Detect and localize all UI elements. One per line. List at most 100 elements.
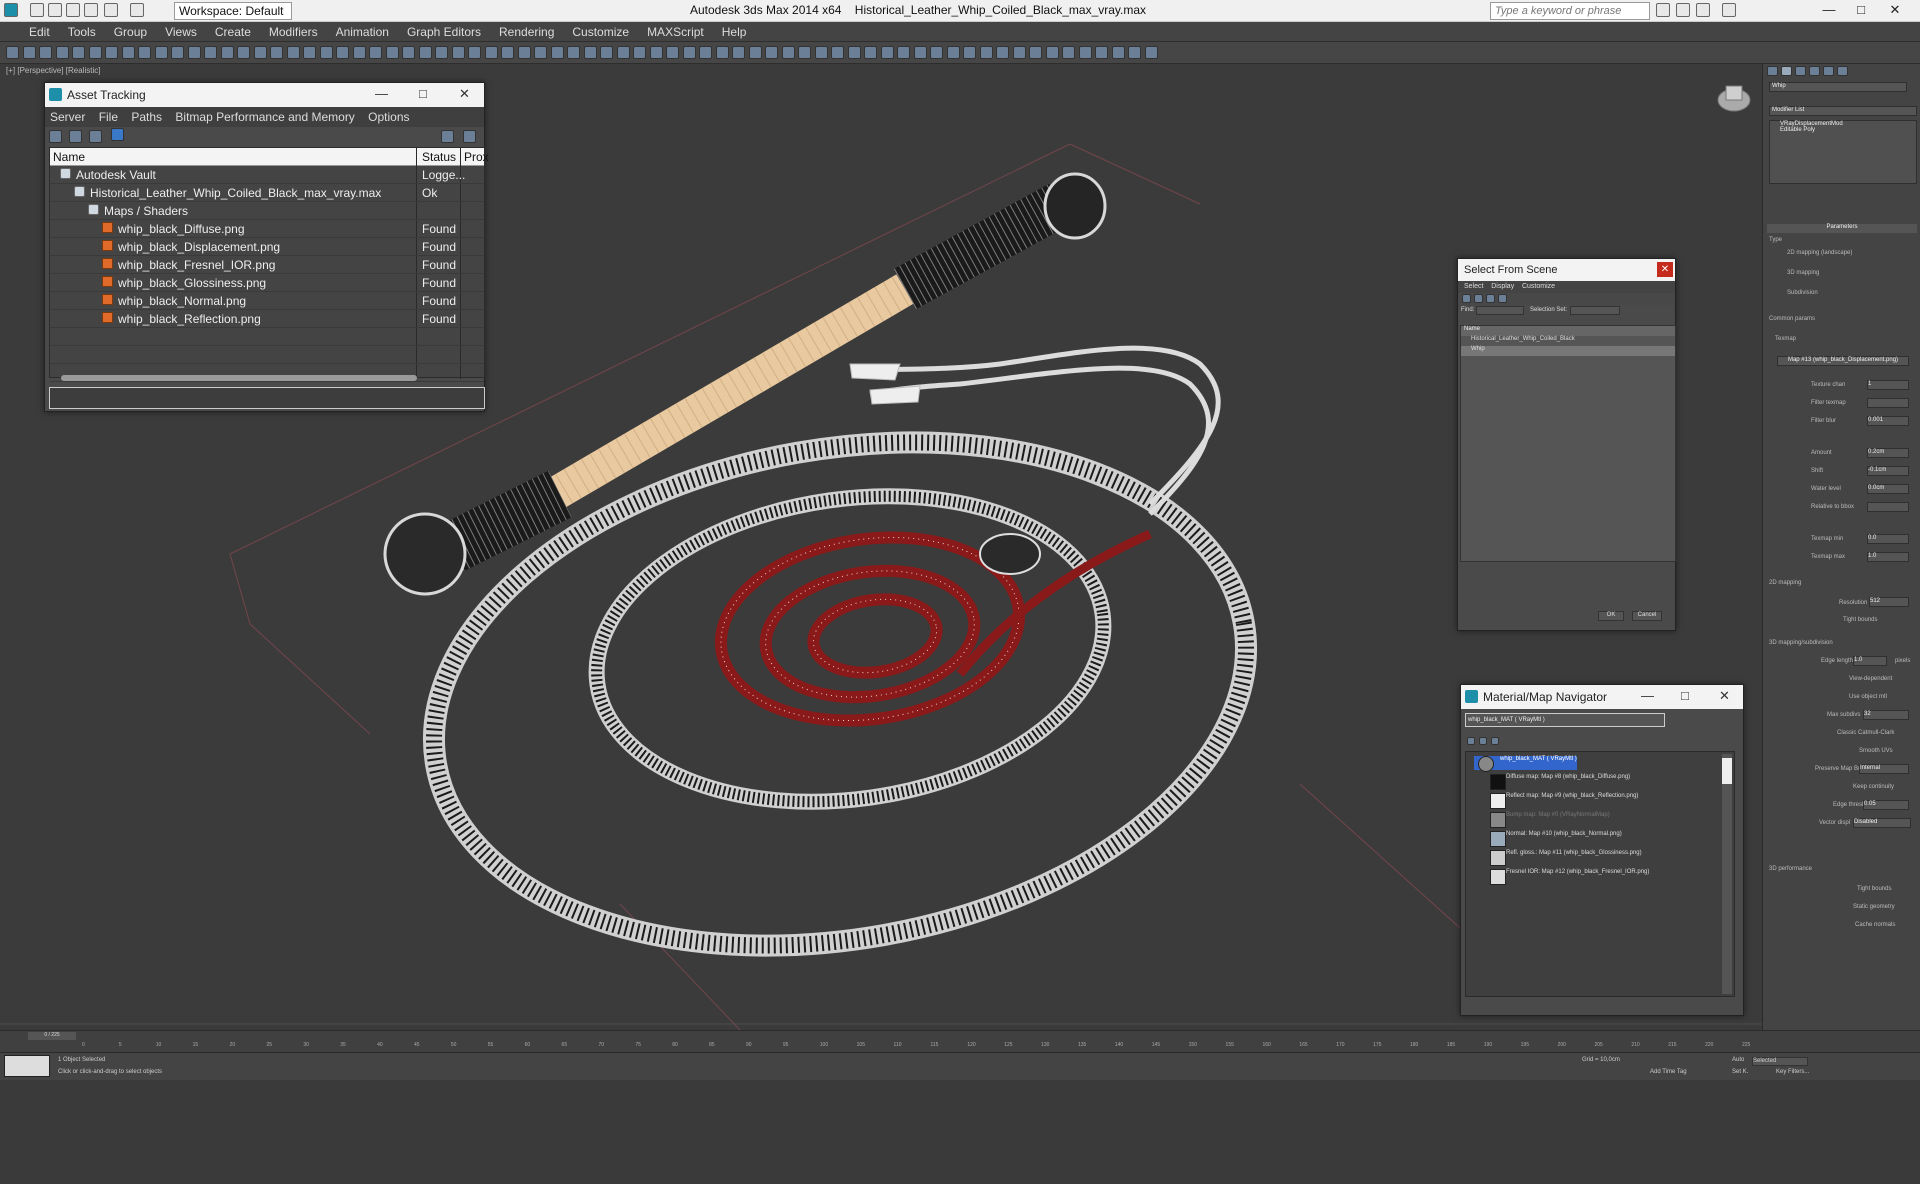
view-list-icon[interactable] (1467, 737, 1475, 745)
edge-thresh-input[interactable]: 0.05 (1863, 800, 1909, 810)
minimize-button[interactable]: — (375, 86, 388, 101)
table-row[interactable]: Historical_Leather_Whip_Coiled_Black_max… (50, 184, 484, 202)
frame-indicator[interactable]: 0 / 225 (28, 1032, 76, 1040)
keep-continuity-checkbox[interactable]: Keep continuity (1853, 784, 1894, 790)
hierarchy-tab-icon[interactable] (1795, 66, 1806, 76)
toolbar-tool-icon[interactable] (567, 46, 580, 59)
save-icon[interactable] (66, 3, 80, 17)
filter-icon[interactable] (1474, 294, 1483, 303)
menu-customize[interactable]: Customize (563, 22, 638, 42)
type-option-3d[interactable]: 3D mapping (1787, 270, 1819, 276)
toolbar-tool-icon[interactable] (550, 46, 564, 59)
table-row[interactable]: whip_black_Glossiness.png Found (50, 274, 484, 292)
toolbar-tool-icon[interactable] (1111, 46, 1125, 59)
help-icon[interactable] (441, 130, 454, 143)
toolbar-tool-icon[interactable] (1144, 46, 1158, 59)
toolbar-tool-icon[interactable] (154, 46, 168, 59)
toolbar-tool-icon[interactable] (6, 46, 19, 59)
toolbar-tool-icon[interactable] (204, 46, 217, 59)
toolbar-tool-icon[interactable] (1012, 46, 1026, 59)
toolbar-tool-icon[interactable] (748, 46, 762, 59)
texmap-button[interactable]: Map #13 (whip_black_Displacement.png) (1777, 356, 1909, 366)
display-tab-icon[interactable] (1823, 66, 1834, 76)
param-input[interactable]: 0.001 (1867, 416, 1909, 426)
set-key-button[interactable]: Set K. (1732, 1069, 1748, 1075)
use-object-mtl-checkbox[interactable]: Use object mtl (1849, 694, 1887, 700)
column-proxy[interactable]: Prox (464, 150, 489, 164)
menu-rendering[interactable]: Rendering (490, 22, 563, 42)
toolbar-tool-icon[interactable] (105, 46, 118, 59)
toolbar-tool-icon[interactable] (847, 46, 861, 59)
minimize-button[interactable]: — (1641, 688, 1654, 703)
key-mode-dropdown[interactable]: Selected (1752, 1057, 1808, 1066)
resolution-input[interactable]: 512 (1869, 597, 1909, 607)
mmn-titlebar[interactable]: Material/Map Navigator — □ ✕ (1461, 685, 1743, 709)
toolbar-tool-icon[interactable] (946, 46, 960, 59)
table-row[interactable]: whip_black_Diffuse.png Found (50, 220, 484, 238)
asset-path-field[interactable] (49, 387, 485, 409)
toolbar-tool-icon[interactable] (831, 46, 844, 59)
toolbar-tool-icon[interactable] (534, 46, 547, 59)
list-view-icon[interactable] (69, 130, 82, 143)
tools-icon[interactable] (1676, 3, 1690, 17)
param-input[interactable]: 0.2cm (1867, 448, 1909, 458)
param-input[interactable]: 0.0 (1867, 534, 1909, 544)
preserve-map-dropdown[interactable]: Internal (1859, 764, 1909, 774)
toolbar-tool-icon[interactable] (600, 46, 613, 59)
selection-set-dropdown[interactable] (1570, 306, 1620, 315)
menu-create[interactable]: Create (206, 22, 260, 42)
toolbar-tool-icon[interactable] (88, 46, 102, 59)
new-file-icon[interactable] (30, 3, 44, 17)
vector-displ-dropdown[interactable]: Disabled (1853, 818, 1911, 828)
toolbar-tool-icon[interactable] (1078, 46, 1092, 59)
menu-graph-editors[interactable]: Graph Editors (398, 22, 490, 42)
classic-catmull-checkbox[interactable]: Classic Catmull-Clark (1837, 730, 1894, 736)
toolbar-tool-icon[interactable] (138, 46, 151, 59)
menu-animation[interactable]: Animation (327, 22, 398, 42)
view-small-icon[interactable] (1479, 737, 1487, 745)
toolbar-tool-icon[interactable] (930, 46, 943, 59)
pixels-checkbox[interactable]: pixels (1895, 658, 1910, 664)
toolbar-tool-icon[interactable] (303, 46, 316, 59)
toolbar-tool-icon[interactable] (963, 46, 976, 59)
maximize-button[interactable]: □ (419, 86, 427, 101)
tree-item[interactable]: Fresnel IOR: Map #12 (whip_black_Fresnel… (1480, 869, 1649, 885)
asset-tracking-titlebar[interactable]: Asset Tracking — □ ✕ (45, 83, 484, 107)
list-item[interactable]: Historical_Leather_Whip_Coiled_Black (1461, 336, 1675, 346)
time-slider[interactable]: 0 / 225 0 5 10 15 20 25 30 35 40 45 50 55 60 65 70 75 80… (0, 1030, 1920, 1052)
toolbar-tool-icon[interactable] (715, 46, 729, 59)
type-option-2d[interactable]: 2D mapping (landscape) (1787, 250, 1852, 256)
toolbar-tool-icon[interactable] (402, 46, 415, 59)
toolbar-tool-icon[interactable] (39, 46, 52, 59)
toolbar-tool-icon[interactable] (187, 46, 201, 59)
toolbar-tool-icon[interactable] (897, 46, 910, 59)
toolbar-tool-icon[interactable] (451, 46, 465, 59)
tight-bounds-checkbox[interactable]: Tight bounds (1843, 617, 1877, 623)
toolbar-tool-icon[interactable] (765, 46, 778, 59)
perf-cache-normals-checkbox[interactable]: Cache normals (1855, 922, 1895, 928)
toolbar-tool-icon[interactable] (699, 46, 712, 59)
type-option-subdivision[interactable]: Subdivision (1787, 290, 1818, 296)
toolbar-tool-icon[interactable] (435, 46, 448, 59)
toolbar-tool-icon[interactable] (979, 46, 993, 59)
table-row[interactable]: whip_black_Fresnel_IOR.png Found (50, 256, 484, 274)
table-row[interactable]: Maps / Shaders (50, 202, 484, 220)
toolbar-tool-icon[interactable] (237, 46, 250, 59)
sfs-menu-customize[interactable]: Customize (1522, 283, 1555, 290)
cancel-button[interactable]: Cancel (1632, 611, 1662, 621)
menu-maxscript[interactable]: MAXScript (638, 22, 713, 42)
toolbar-tool-icon[interactable] (220, 46, 234, 59)
filter-icon[interactable] (1498, 294, 1507, 303)
param-input[interactable] (1867, 398, 1909, 408)
tree-item[interactable]: Bump map: Map #0 (VRayNormalMap) (1480, 812, 1610, 828)
menu-paths[interactable]: Paths (126, 107, 167, 127)
toolbar-tool-icon[interactable] (270, 46, 283, 59)
table-row[interactable]: whip_black_Displacement.png Found (50, 238, 484, 256)
param-input[interactable]: 1.0 (1867, 552, 1909, 562)
modifier-list-dropdown[interactable]: Modifier List (1769, 106, 1917, 116)
tree-root-item[interactable]: whip_black_MAT ( VRayMtl ) (1474, 756, 1577, 772)
menu-edit[interactable]: Edit (20, 22, 59, 42)
toolbar-tool-icon[interactable] (913, 46, 927, 59)
param-input[interactable]: 1 (1867, 380, 1909, 390)
close-button[interactable]: ✕ (1719, 688, 1730, 704)
